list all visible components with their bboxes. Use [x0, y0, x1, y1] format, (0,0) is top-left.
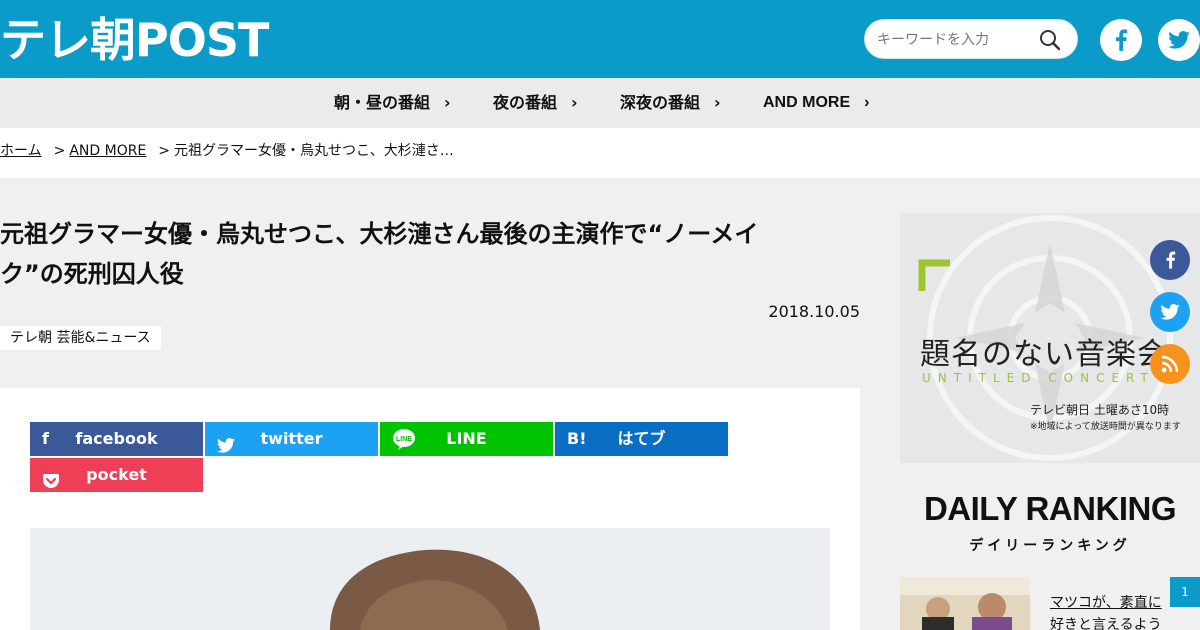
share-line-button[interactable]: LINE LINE	[380, 422, 553, 456]
banner-title: 題名のない音楽会	[920, 337, 1168, 372]
nav-item-morning[interactable]: 朝・昼の番組 ›	[334, 78, 451, 128]
facebook-icon	[1166, 251, 1175, 269]
facebook-icon	[1116, 29, 1127, 51]
twitter-header-button[interactable]	[1158, 19, 1200, 61]
article-title: 元祖グラマー女優・烏丸せつこ、大杉漣さん最後の主演作で“ノーメイク”の死刑囚人役	[0, 220, 759, 288]
breadcrumb: ホーム > AND MORE > 元祖グラマー女優・烏丸せつこ、大杉漣さ…	[0, 128, 1200, 178]
nav-item-night[interactable]: 夜の番組 ›	[493, 78, 578, 128]
breadcrumb-home-link[interactable]: ホーム	[0, 143, 42, 159]
ranking-subtitle: デイリーランキング	[969, 538, 1131, 554]
float-twitter-button[interactable]	[1150, 292, 1190, 332]
ranking-item-link[interactable]: マツコが、素直に好きと言えるよう	[1050, 592, 1170, 630]
search-icon[interactable]	[1039, 29, 1061, 51]
share-hatena-button[interactable]: B! はてブ	[555, 422, 728, 456]
breadcrumb-current: 元祖グラマー女優・烏丸せつこ、大杉漣さ…	[174, 143, 454, 159]
site-logo[interactable]: テレ朝POST	[0, 12, 269, 68]
float-facebook-button[interactable]	[1150, 240, 1190, 280]
breadcrumb-category-link[interactable]: AND MORE	[69, 143, 146, 159]
site-header: テレ朝POST	[0, 0, 1200, 78]
nav-item-late-night[interactable]: 深夜の番組 ›	[620, 78, 721, 128]
search-box[interactable]	[864, 19, 1078, 59]
article-photo-image	[30, 528, 830, 630]
ranking-thumbnail-image	[900, 577, 1030, 630]
rss-icon	[1161, 355, 1179, 373]
twitter-icon	[1168, 31, 1190, 49]
share-twitter-button[interactable]: twitter	[205, 422, 378, 456]
share-facebook-button[interactable]: f facebook	[30, 422, 203, 456]
float-rss-button[interactable]	[1150, 344, 1190, 384]
twitter-icon	[1160, 304, 1180, 320]
search-input[interactable]	[877, 29, 1037, 51]
banner-channel: テレビ朝日 土曜あさ10時	[1030, 403, 1170, 417]
banner-note: ※地域によって放送時間が異なります	[1030, 422, 1181, 432]
breadcrumb-separator: >	[158, 143, 171, 159]
global-nav: 朝・昼の番組 › 夜の番組 › 深夜の番組 › AND MORE ›	[0, 78, 1200, 128]
ranking-item-rank: 1	[1170, 577, 1200, 607]
chevron-right-icon: ›	[571, 93, 578, 112]
chevron-right-icon: ›	[444, 93, 451, 112]
ranking-title: DAILY RANKING	[923, 490, 1177, 527]
banner-subtitle: UNTITLED CONCERT	[922, 371, 1155, 385]
breadcrumb-separator: >	[53, 143, 66, 159]
share-pocket-button[interactable]: pocket	[30, 458, 203, 492]
chevron-right-icon: ›	[864, 94, 870, 111]
facebook-header-button[interactable]	[1100, 19, 1142, 61]
article-body: f facebook twitter LINE LINE B! はてブ pock…	[0, 388, 860, 630]
chevron-right-icon: ›	[714, 93, 721, 112]
ranking-item-thumbnail[interactable]	[900, 577, 1030, 630]
article-date: 2018.10.05	[768, 302, 860, 321]
article-tag[interactable]: テレ朝 芸能&ニュース	[0, 326, 161, 350]
nav-item-and-more[interactable]: AND MORE ›	[763, 78, 869, 128]
article-photo	[30, 528, 830, 630]
